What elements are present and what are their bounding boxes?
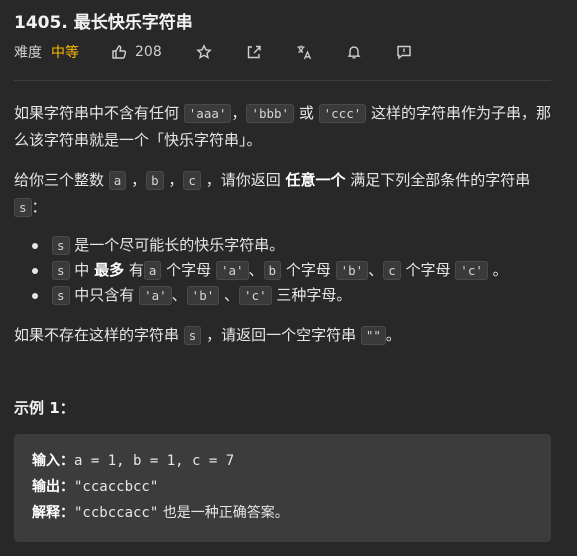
text: ， bbox=[126, 171, 147, 189]
text: ： bbox=[31, 198, 47, 216]
bold-text: 最多 bbox=[94, 261, 125, 279]
inline-code: 'bbb' bbox=[246, 104, 295, 123]
inline-code: 'aaa' bbox=[183, 104, 232, 123]
inline-code: c bbox=[383, 261, 401, 280]
star-button[interactable] bbox=[195, 44, 212, 60]
translate-icon bbox=[297, 45, 311, 60]
inline-code: b bbox=[263, 261, 282, 280]
text: 。 bbox=[385, 326, 401, 344]
feedback-button[interactable] bbox=[396, 44, 412, 60]
example-title: 示例 1： bbox=[14, 399, 75, 417]
like-count: 208 bbox=[135, 44, 162, 60]
list-item: s 中只含有 'a'、'b' 、'c' 三种字母。 bbox=[32, 283, 559, 308]
feedback-icon bbox=[397, 45, 411, 60]
example-output-line: 输出："ccaccbcc" bbox=[32, 474, 533, 500]
output-value: "ccaccbcc" bbox=[74, 479, 159, 495]
share-button[interactable] bbox=[246, 44, 262, 60]
problem-description: 如果字符串中不含有任何 'aaa'，'bbb' 或 'ccc' 这样的字符串作为… bbox=[14, 100, 559, 349]
text: 、 bbox=[368, 261, 384, 279]
text: 如果字符串中不含有任何 bbox=[14, 104, 184, 122]
input-label: 输入： bbox=[32, 453, 74, 469]
text: ，请你返回 bbox=[200, 171, 286, 189]
explain-value: "ccbccacc" bbox=[74, 505, 159, 521]
problem-meta-bar: 难度 中等 208 bbox=[14, 40, 412, 64]
inline-code: 'a' bbox=[139, 286, 172, 305]
text: 如果不存在这样的字符串 bbox=[14, 326, 184, 344]
text: 、 bbox=[219, 286, 240, 304]
text: 中 bbox=[69, 261, 95, 279]
inline-code: c bbox=[183, 171, 201, 190]
bold-text: 任意一个 bbox=[285, 171, 346, 189]
output-label: 输出： bbox=[32, 479, 74, 495]
text: 、 bbox=[248, 261, 264, 279]
text: 个字母 bbox=[161, 261, 216, 279]
text: ， bbox=[163, 171, 184, 189]
inline-code: a bbox=[143, 261, 162, 280]
like-button[interactable]: 208 bbox=[111, 44, 162, 60]
text: ，请返回一个空字符串 bbox=[201, 326, 361, 344]
header-divider bbox=[14, 80, 551, 81]
notify-button[interactable] bbox=[346, 44, 362, 60]
text: 个字母 bbox=[400, 261, 456, 279]
inline-code: 'b' bbox=[186, 286, 220, 305]
difficulty-label: 难度 bbox=[14, 45, 42, 61]
input-value: a = 1, b = 1, c = 7 bbox=[74, 453, 235, 469]
inline-code: a bbox=[108, 171, 127, 190]
inline-code: 'c' bbox=[239, 286, 272, 305]
inline-code: 'c' bbox=[455, 261, 488, 280]
explain-label: 解释： bbox=[32, 505, 74, 521]
text: 有 bbox=[124, 261, 144, 279]
inline-code: 'a' bbox=[215, 261, 249, 280]
star-icon bbox=[195, 44, 212, 59]
problem-title: 1405. 最长快乐字符串 bbox=[14, 13, 193, 33]
inline-code: s bbox=[183, 326, 202, 345]
example-explain-line: 解释："ccbccacc" 也是一种正确答案。 bbox=[32, 500, 533, 526]
text: 或 bbox=[294, 104, 319, 122]
text: 给你三个整数 bbox=[14, 171, 109, 189]
inline-code: s bbox=[52, 261, 70, 280]
description-paragraph-1: 如果字符串中不含有任何 'aaa'，'bbb' 或 'ccc' 这样的字符串作为… bbox=[14, 100, 559, 153]
text: 、 bbox=[171, 286, 187, 304]
text: ， bbox=[231, 104, 247, 122]
inline-code: s bbox=[52, 236, 70, 255]
list-item: s 是一个尽可能长的快乐字符串。 bbox=[32, 233, 559, 258]
text: 是一个尽可能长的快乐字符串。 bbox=[69, 236, 285, 254]
bell-icon bbox=[347, 46, 361, 59]
text: 三种字母。 bbox=[271, 286, 352, 304]
share-icon bbox=[247, 45, 261, 59]
translate-button[interactable] bbox=[296, 44, 312, 60]
conditions-list: s 是一个尽可能长的快乐字符串。 s 中 最多 有a 个字母 'a'、 b 个字母… bbox=[32, 233, 559, 308]
example-input-line: 输入：a = 1, b = 1, c = 7 bbox=[32, 448, 533, 474]
difficulty-badge: 中等 bbox=[51, 45, 79, 61]
inline-code: 'ccc' bbox=[318, 104, 367, 123]
explain-text: 也是一种正确答案。 bbox=[158, 505, 289, 521]
text: 。 bbox=[487, 261, 508, 279]
text: 中只含有 bbox=[69, 286, 140, 304]
text: 满足下列全部条件的字符串 bbox=[345, 171, 531, 189]
list-item: s 中 最多 有a 个字母 'a'、 b 个字母 'b'、 c 个字母 'c' 。 bbox=[32, 258, 559, 283]
example-code-block: 输入：a = 1, b = 1, c = 7 输出："ccaccbcc" 解释：… bbox=[14, 434, 551, 542]
description-paragraph-2: 给你三个整数 a ， b ， c ，请你返回 任意一个 满足下列全部条件的字符串 s… bbox=[14, 167, 559, 221]
inline-code: b bbox=[146, 171, 164, 190]
text: 个字母 bbox=[281, 261, 336, 279]
description-paragraph-3: 如果不存在这样的字符串 s ，请返回一个空字符串 ""。 bbox=[14, 322, 559, 349]
inline-code: 'b' bbox=[335, 261, 369, 280]
thumbs-up-icon bbox=[112, 45, 127, 59]
inline-code: s bbox=[14, 198, 32, 217]
inline-code: "" bbox=[360, 326, 386, 345]
inline-code: s bbox=[52, 286, 70, 305]
